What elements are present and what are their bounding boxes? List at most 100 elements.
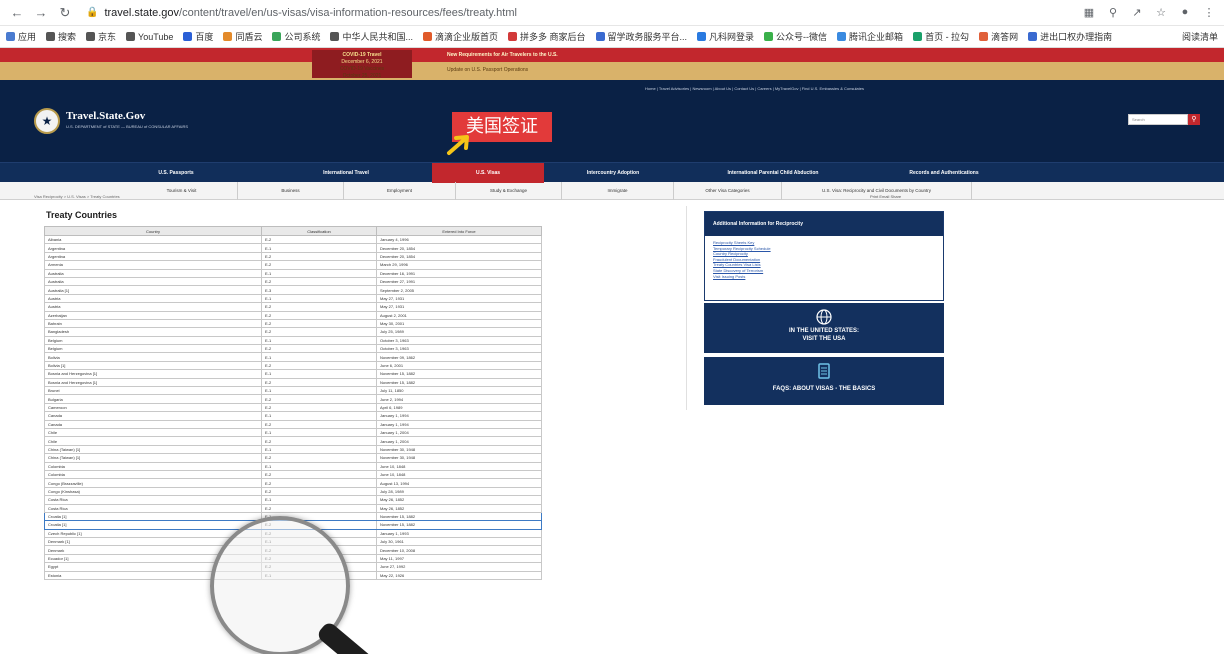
search-icon[interactable]: ⚲ (1188, 114, 1200, 125)
site-header: Home | Travel Advisories | Newsroom | Ab… (0, 80, 1224, 162)
entered-into-force-cell: November 09, 1862 (376, 352, 542, 362)
bookmark-favicon-icon (272, 32, 282, 41)
reading-list[interactable]: 阅读清单 (1182, 30, 1218, 43)
bookmark-favicon-icon (764, 32, 774, 41)
entered-into-force-cell: December 10, 2008 (376, 545, 542, 555)
country-cell: Bosnia and Herzegovina [1] (44, 377, 262, 388)
entered-into-force-cell: January 1, 1994 (376, 419, 542, 430)
bookmark-item[interactable]: 应用 (6, 30, 36, 43)
bookmark-favicon-icon (508, 32, 517, 41)
covid-alert-box[interactable]: COVID-19 Travel December 6, 2021 COVID-1… (312, 50, 412, 79)
bookmark-star-icon[interactable]: ☆ (1154, 6, 1168, 19)
info-link[interactable]: Visit Issuing Posts (713, 274, 935, 280)
bookmark-item[interactable]: 滴滴企业版首页 (422, 30, 498, 43)
brand-title: Travel.State.Gov (66, 110, 146, 122)
main-nav-item[interactable]: International Travel (260, 163, 432, 183)
top-utility-links[interactable]: Home | Travel Advisories | Newsroom | Ab… (645, 86, 864, 91)
classification-cell: E-2 (261, 486, 377, 497)
back-arrow-icon[interactable]: ← (8, 4, 26, 22)
column-header-country: Country (44, 226, 262, 236)
sub-nav-item[interactable]: Employment (344, 181, 456, 200)
bookmark-item[interactable]: 凡科网登录 (697, 30, 754, 43)
bookmark-item[interactable]: 拼多多 商家后台 (508, 30, 586, 43)
table-row: Congo (Kinshasa) E-2 July 28, 1989 (44, 486, 542, 497)
country-cell: Chile (44, 427, 262, 438)
table-row: Australia [1] E-3 September 2, 2005 (44, 285, 542, 295)
bookmark-favicon-icon (913, 32, 923, 41)
bookmark-favicon-icon (697, 32, 707, 41)
sub-nav-item[interactable]: Other Visa Categories (674, 181, 782, 200)
bookmark-item[interactable]: 留学政务服务平台... (595, 30, 687, 43)
menu-icon[interactable]: ⋮ (1202, 6, 1216, 19)
bookmark-item[interactable]: YouTube (126, 32, 173, 42)
bookmark-item[interactable]: 滴答网 (979, 30, 1018, 43)
table-row: Congo (Brazzaville) E-2 August 13, 1994 (44, 478, 542, 488)
bookmark-label: 同盾云 (235, 32, 263, 42)
classification-cell: E-2 (261, 402, 377, 413)
bookmark-label: 应用 (18, 32, 37, 42)
alert-box-title: COVID-19 Travel (342, 52, 382, 58)
site-search-input[interactable]: Search (1128, 114, 1188, 125)
state-department-seal-icon[interactable]: ★ (34, 108, 60, 134)
bookmark-label: 腾讯企业邮箱 (849, 32, 904, 42)
sub-nav-item[interactable]: Study & Exchange (456, 181, 562, 200)
main-nav: U.S. Passports International Travel U.S. V… (0, 162, 1224, 183)
bookmark-item[interactable]: 首页 - 拉勾 (913, 30, 969, 43)
bookmark-favicon-icon (126, 32, 136, 41)
main-nav-item[interactable]: International Parental Child Abduction (682, 163, 864, 183)
bookmark-item[interactable]: 百度 (183, 30, 213, 43)
reload-icon[interactable]: ↻ (56, 4, 74, 22)
alert-box-title-2: COVID-19 Vaccines (339, 66, 385, 72)
entered-into-force-cell: May 22, 1926 (376, 570, 542, 581)
entered-into-force-cell: July 25, 1989 (376, 327, 542, 337)
country-cell: Australia (44, 268, 262, 278)
table-row: Australia E-2 December 27, 1991 (44, 276, 542, 287)
country-cell: Belgium (44, 344, 262, 354)
sub-nav-item[interactable]: Tourism & Visit (126, 181, 238, 200)
translate-icon[interactable]: ▦ (1082, 6, 1096, 19)
country-cell: Bosnia and Herzegovina [1] (44, 369, 262, 379)
sub-nav-item[interactable]: Immigrate (562, 181, 674, 200)
alert-link-air-travel[interactable]: New Requirements for Air Travelers to th… (447, 52, 558, 58)
alert-link-passport[interactable]: Update on U.S. Passport Operations (447, 67, 528, 73)
url-field[interactable]: 🔒 travel.state.gov/content/travel/en/us-… (86, 7, 1082, 19)
bookmark-label: 百度 (195, 32, 214, 42)
sub-nav-item[interactable]: Business (238, 181, 344, 200)
bookmark-item[interactable]: 公司系统 (272, 30, 320, 43)
country-cell: Bolivia (44, 352, 262, 362)
bookmark-item[interactable]: 腾讯企业邮箱 (837, 30, 903, 43)
country-cell: China (Taiwan) [1] (44, 444, 262, 455)
faqs-promo[interactable]: FAQS: ABOUT VISAS - THE BASICS (704, 357, 944, 405)
profile-icon[interactable]: ● (1178, 6, 1192, 19)
country-cell: Bulgaria (44, 394, 262, 404)
bookmark-favicon-icon (46, 32, 56, 41)
entered-into-force-cell: March 29, 1996 (376, 260, 542, 270)
bookmark-item[interactable]: 京东 (86, 30, 116, 43)
entered-into-force-cell: May 26, 1852 (376, 503, 542, 513)
share-icon[interactable]: ↗ (1130, 6, 1144, 19)
entered-into-force-cell: October 3, 1963 (376, 344, 542, 354)
bookmark-item[interactable]: 搜索 (46, 30, 76, 43)
main-nav-item[interactable]: U.S. Visas (432, 162, 544, 183)
main-nav-item[interactable]: Records and Authentications (864, 163, 1024, 183)
entered-into-force-cell: September 2, 2005 (376, 285, 542, 295)
entered-into-force-cell: July 28, 1989 (376, 486, 542, 497)
share-tools[interactable]: Print Email Share (870, 194, 901, 199)
browser-address-bar: ← → ↻ 🔒 travel.state.gov/content/travel/… (0, 0, 1224, 26)
bookmark-item[interactable]: 同盾云 (223, 30, 262, 43)
zoom-icon[interactable]: ⚲ (1106, 6, 1120, 19)
classification-cell: E-2 (261, 302, 377, 312)
forward-arrow-icon[interactable]: → (32, 4, 50, 22)
main-nav-item[interactable]: Intercountry Adoption (544, 163, 682, 183)
alert-box-date: December 6, 2021 (341, 59, 383, 65)
bookmark-item[interactable]: 中华人民共和国... (330, 30, 413, 43)
visit-usa-promo[interactable]: IN THE UNITED STATES: VISIT THE USA (704, 303, 944, 353)
bookmark-item[interactable]: 公众号--微信 (764, 30, 827, 43)
page-title: Treaty Countries (46, 210, 118, 220)
entered-into-force-cell: November 15, 1882 (376, 369, 542, 379)
bookmark-item[interactable]: 进出口权办理指南 (1028, 30, 1112, 43)
main-nav-item[interactable]: U.S. Passports (92, 163, 260, 183)
globe-icon (816, 309, 832, 325)
brand[interactable]: Travel.State.Gov U.S. DEPARTMENT of STAT… (66, 110, 188, 129)
breadcrumb[interactable]: Visa Reciprocity > U.S. Visas > Treaty C… (34, 194, 120, 199)
